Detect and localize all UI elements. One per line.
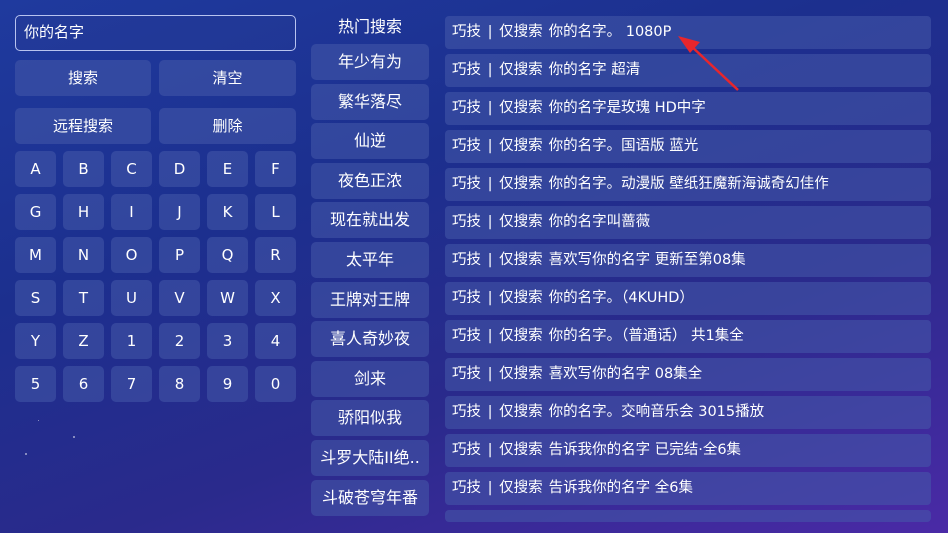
annotation-arrow	[678, 36, 739, 91]
